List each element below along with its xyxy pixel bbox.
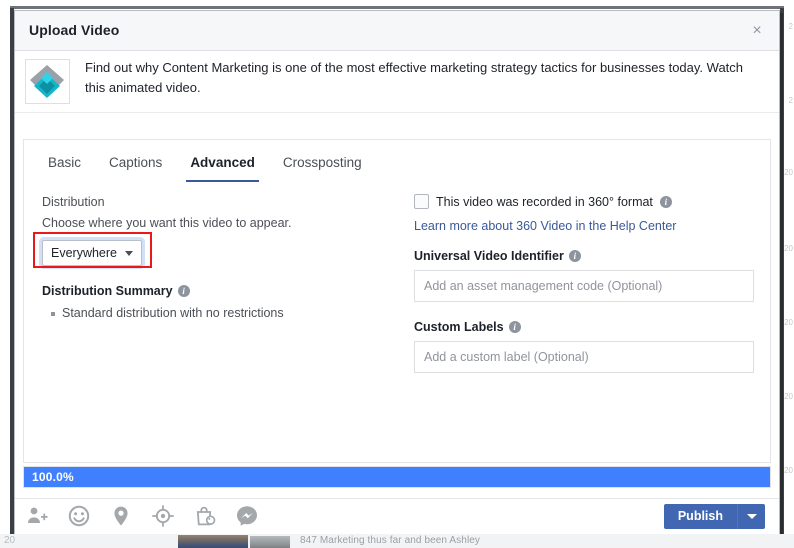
upload-progress-bar: 100.0% — [23, 466, 771, 488]
distribution-dropdown-holder: Everywhere — [33, 232, 152, 268]
distribution-dropdown[interactable]: Everywhere — [42, 240, 142, 266]
video-360-row: This video was recorded in 360° format i — [414, 194, 754, 209]
uvi-input[interactable] — [414, 270, 754, 302]
uvi-label: Universal Video Identifier — [414, 249, 564, 263]
background-label: 20 — [784, 318, 793, 327]
background-label: 20 — [784, 168, 793, 177]
tag-person-icon[interactable] — [25, 504, 49, 528]
background-label: 2 — [788, 22, 793, 31]
custom-labels-label: Custom Labels — [414, 320, 504, 334]
info-icon[interactable]: i — [177, 285, 190, 297]
info-icon[interactable]: i — [568, 250, 581, 262]
publish-button[interactable]: Publish — [663, 504, 737, 529]
target-crosshair-icon[interactable] — [151, 504, 175, 528]
shopping-bag-icon[interactable] — [193, 504, 217, 528]
distribution-summary-header: Distribution Summary i — [42, 283, 392, 299]
custom-labels-label-row: Custom Labels i — [414, 320, 754, 334]
chevron-down-icon — [746, 514, 757, 519]
custom-labels-input[interactable] — [414, 341, 754, 373]
background-label: 20 — [784, 244, 793, 253]
distribution-title: Distribution — [42, 195, 105, 209]
distribution-summary-title: Distribution Summary — [42, 284, 173, 298]
background-label: 20 — [784, 466, 793, 475]
tab-captions[interactable]: Captions — [95, 155, 176, 182]
upload-video-dialog: Upload Video × Find out why Content Mark… — [14, 10, 780, 534]
location-pin-icon[interactable] — [109, 504, 133, 528]
video-thumbnail-logo — [26, 60, 69, 103]
uvi-label-row: Universal Video Identifier i — [414, 249, 754, 263]
background-label: 20 — [784, 392, 793, 401]
background-label: 2 — [788, 96, 793, 105]
distribution-summary-list: Standard distribution with no restrictio… — [42, 305, 392, 322]
video-360-checkbox[interactable] — [414, 194, 429, 209]
tab-crossposting[interactable]: Crossposting — [269, 155, 376, 182]
footer-icon-group — [25, 504, 259, 528]
video-info-row: Find out why Content Marketing is one of… — [15, 51, 779, 113]
window-frame-top — [10, 6, 784, 9]
emoji-smiley-icon[interactable] — [67, 504, 91, 528]
tab-advanced[interactable]: Advanced — [176, 155, 269, 183]
messenger-icon[interactable] — [235, 504, 259, 528]
video-description: Find out why Content Marketing is one of… — [85, 60, 744, 95]
close-icon[interactable]: × — [745, 19, 769, 43]
background-bottom-strip: 20 847 Marketing thus far and been Ashle… — [0, 534, 794, 548]
video-thumbnail — [25, 59, 70, 104]
background-thumbnail-secondary — [250, 536, 290, 548]
video-settings-column: This video was recorded in 360° format i… — [414, 194, 754, 391]
dialog-header: Upload Video × — [15, 11, 779, 51]
page-root: 2 2 20 20 20 20 20 Upload Video × Find o… — [0, 0, 794, 548]
video-360-label: This video was recorded in 360° format — [436, 194, 653, 209]
dialog-footer: Publish — [15, 498, 779, 534]
background-thumbnail — [178, 535, 248, 548]
dialog-title: Upload Video — [29, 22, 120, 38]
background-bottom-text: 847 Marketing thus far and been Ashley — [300, 535, 481, 546]
chevron-down-icon — [125, 250, 133, 256]
window-frame-right — [780, 8, 784, 538]
info-icon[interactable]: i — [508, 321, 521, 333]
list-item: Standard distribution with no restrictio… — [51, 305, 392, 322]
help-center-link[interactable]: Learn more about 360 Video in the Help C… — [414, 219, 754, 233]
background-bottom-left-text: 20 — [4, 535, 16, 546]
tab-bar-container: Basic Captions Advanced Crossposting — [23, 139, 771, 183]
tab-bar: Basic Captions Advanced Crossposting — [24, 140, 770, 183]
distribution-subtitle: Choose where you want this video to appe… — [42, 216, 292, 230]
upload-progress-fill — [24, 467, 770, 487]
tab-basic[interactable]: Basic — [34, 155, 95, 182]
upload-progress-label: 100.0% — [32, 470, 74, 484]
publish-button-group: Publish — [663, 504, 765, 529]
distribution-dropdown-value: Everywhere — [51, 246, 117, 260]
distribution-column: Distribution Choose where you want this … — [33, 194, 392, 322]
advanced-tab-panel: Distribution Choose where you want this … — [23, 182, 771, 463]
publish-dropdown-button[interactable] — [737, 504, 765, 529]
info-icon[interactable]: i — [659, 195, 672, 208]
